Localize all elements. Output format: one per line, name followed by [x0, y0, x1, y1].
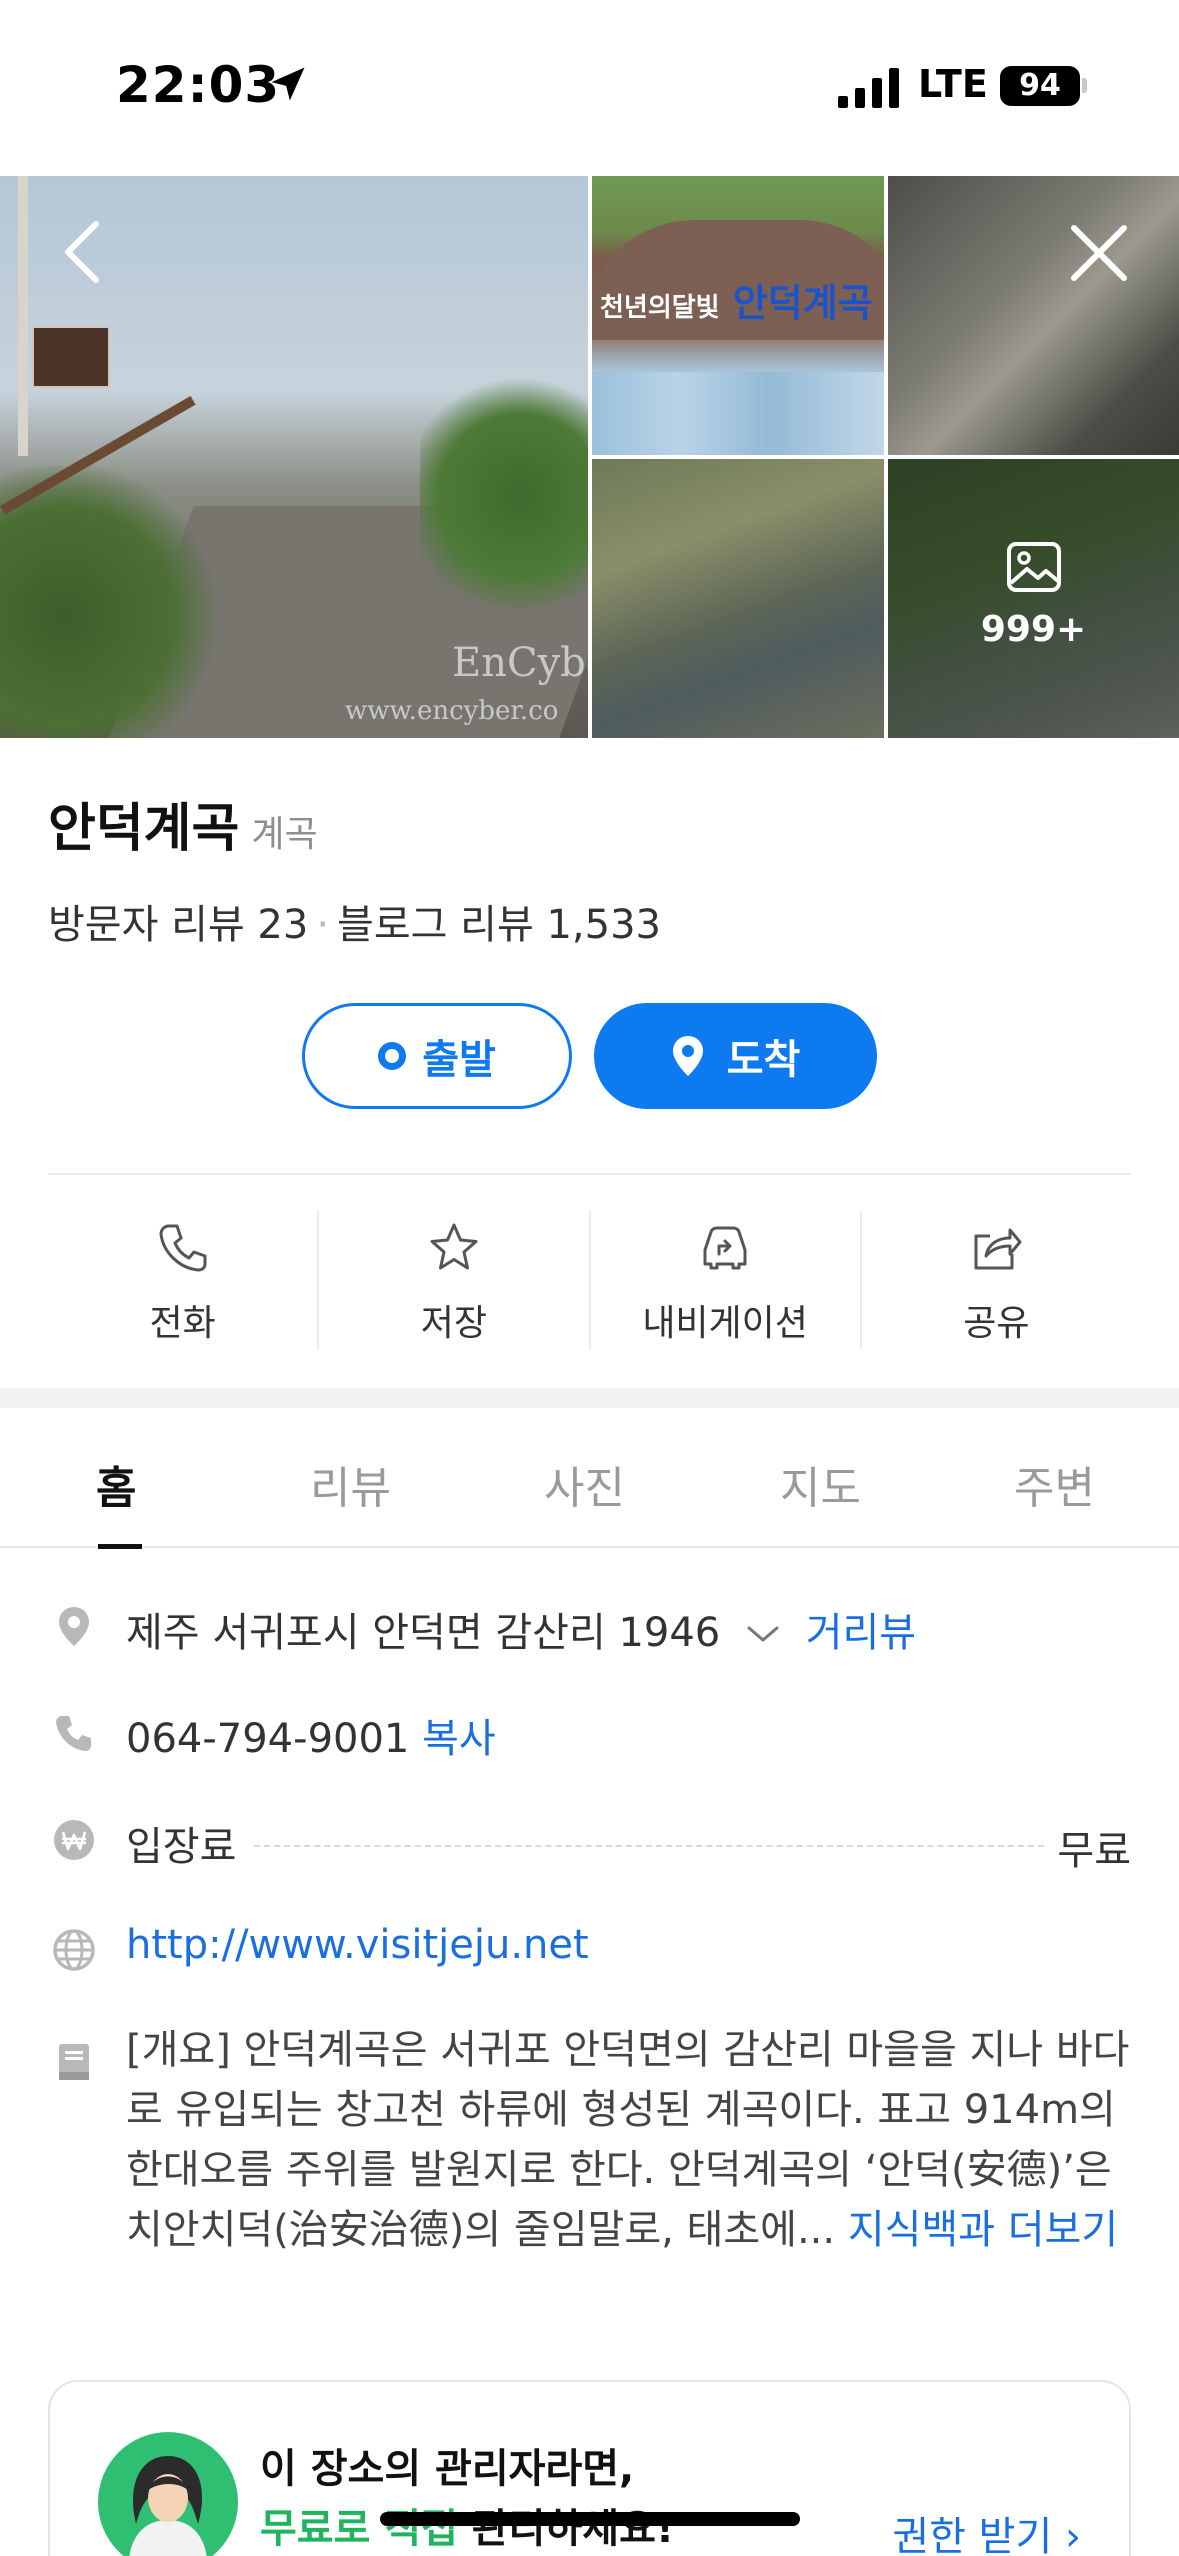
- tab-nearby[interactable]: 주변: [1014, 1452, 1095, 1516]
- location-arrow-icon: [271, 67, 305, 101]
- manager-card[interactable]: 이 장소의 관리자라면, 무료로 직접 관리하세요! 권한 받기 ›: [48, 2380, 1131, 2556]
- start-button[interactable]: 출발: [302, 1003, 572, 1109]
- person-illustration-icon: [129, 2456, 207, 2556]
- photo-overlay: [888, 459, 1179, 738]
- address-row: 제주 서귀포시 안덕면 감산리 1946 거리뷰: [126, 1600, 916, 1658]
- tab-photo[interactable]: 사진: [544, 1452, 625, 1516]
- visitor-review-link[interactable]: 방문자 리뷰 23: [48, 902, 308, 948]
- chevron-down-icon[interactable]: [743, 1622, 783, 1646]
- fee-dotted-line: [254, 1845, 1044, 1847]
- get-permission-link[interactable]: 권한 받기 ›: [892, 2504, 1081, 2556]
- image-icon: [1007, 542, 1061, 592]
- tab-map[interactable]: 지도: [780, 1452, 861, 1516]
- share-icon: [974, 1228, 1022, 1270]
- photo-pole: [18, 176, 28, 456]
- home-indicator[interactable]: [380, 2512, 800, 2526]
- place-title: 안덕계곡 계곡: [48, 786, 318, 861]
- phone-icon: [56, 1716, 91, 1751]
- action-label: 저장: [420, 1303, 487, 1344]
- tab-active-indicator: [98, 1544, 142, 1549]
- photo-mural: [592, 372, 884, 455]
- action-label: 내비게이션: [642, 1303, 808, 1344]
- start-dot-icon: [378, 1042, 407, 1070]
- photo-sign-text-main: 안덕계곡: [732, 281, 873, 325]
- blog-review-link[interactable]: 블로그 리뷰 1,533: [337, 902, 661, 948]
- battery-tip: [1082, 78, 1087, 93]
- place-category: 계곡: [251, 814, 318, 855]
- star-icon: [430, 1223, 478, 1270]
- back-icon[interactable]: [58, 216, 106, 288]
- photo-sign: [32, 326, 110, 388]
- status-bar: 22:03 LTE 94: [0, 0, 1179, 176]
- photo-thumb[interactable]: [888, 176, 1179, 455]
- fee-value: 무료: [1057, 1828, 1131, 1874]
- section-divider: [0, 1388, 1179, 1408]
- phone-row: 064-794-9001 복사: [126, 1706, 496, 1764]
- photo-gallery: EnCybe www.encyber.co 천년의달빛 안덕계곡 999+: [0, 176, 1179, 738]
- website-link[interactable]: http://www.visitjeju.net: [126, 1922, 589, 1968]
- save-action[interactable]: 저장: [319, 1210, 591, 1350]
- manager-avatar: [98, 2432, 238, 2556]
- action-label: 공유: [963, 1303, 1030, 1344]
- arrive-button[interactable]: 도착: [594, 1003, 877, 1109]
- review-summary: 방문자 리뷰 23 · 블로그 리뷰 1,533: [48, 892, 661, 950]
- photo-watermark: EnCybe: [452, 640, 588, 686]
- encyclopedia-more-link[interactable]: 지식백과 더보기: [848, 2207, 1118, 2253]
- call-action[interactable]: 전화: [48, 1210, 320, 1350]
- street-view-link[interactable]: 거리뷰: [806, 1610, 916, 1656]
- photo-watermark-url: www.encyber.co: [345, 696, 559, 726]
- action-bar: 전화 저장 내비게이션 공유: [48, 1210, 1131, 1350]
- photo-sign-text: 천년의달빛 안덕계곡: [600, 272, 873, 327]
- start-button-label: 출발: [422, 1037, 496, 1083]
- tab-home[interactable]: 홈: [96, 1452, 136, 1516]
- globe-icon: [53, 1929, 95, 1971]
- copy-link[interactable]: 복사: [422, 1716, 496, 1762]
- network-type: LTE: [918, 62, 988, 106]
- share-action[interactable]: 공유: [862, 1210, 1131, 1350]
- separator-dot: ·: [316, 902, 330, 948]
- card-title: 이 장소의 관리자라면,: [260, 2446, 635, 2492]
- place-name: 안덕계곡: [48, 799, 240, 859]
- photo-thumb[interactable]: 천년의달빛 안덕계곡: [592, 176, 884, 455]
- fee-label: 입장료: [126, 1824, 237, 1870]
- phone-icon: [159, 1224, 207, 1272]
- pin-icon: [672, 1036, 703, 1076]
- address-text[interactable]: 제주 서귀포시 안덕면 감산리 1946: [126, 1610, 720, 1656]
- location-pin-icon: [59, 1607, 89, 1646]
- car-navigation-icon: [703, 1226, 747, 1270]
- photo-thumb[interactable]: [592, 459, 884, 738]
- status-time: 22:03: [116, 56, 281, 114]
- signal-icon: [838, 68, 899, 108]
- navigation-action[interactable]: 내비게이션: [591, 1210, 862, 1350]
- book-icon: [59, 2044, 89, 2080]
- tab-review[interactable]: 리뷰: [310, 1452, 391, 1516]
- tab-bar: 홈 리뷰 사진 지도 주변: [0, 1408, 1179, 1549]
- phone-number[interactable]: 064-794-9001: [126, 1716, 409, 1762]
- photo-more-thumb[interactable]: 999+: [888, 459, 1179, 738]
- divider: [48, 1173, 1131, 1175]
- action-label: 전화: [149, 1303, 216, 1344]
- arrive-button-label: 도착: [726, 1037, 801, 1083]
- description: [개요] 안덕계곡은 서귀포 안덕면의 감산리 마을을 지나 바다로 유입되는 …: [126, 2020, 1136, 2260]
- photo-sign-text-small: 천년의달빛: [600, 293, 720, 323]
- photo-tree: [420, 366, 588, 626]
- battery-icon: 94: [1000, 66, 1080, 106]
- won-icon: [54, 1820, 94, 1860]
- close-icon[interactable]: [1068, 222, 1130, 284]
- photo-more-count: 999+: [980, 609, 1087, 650]
